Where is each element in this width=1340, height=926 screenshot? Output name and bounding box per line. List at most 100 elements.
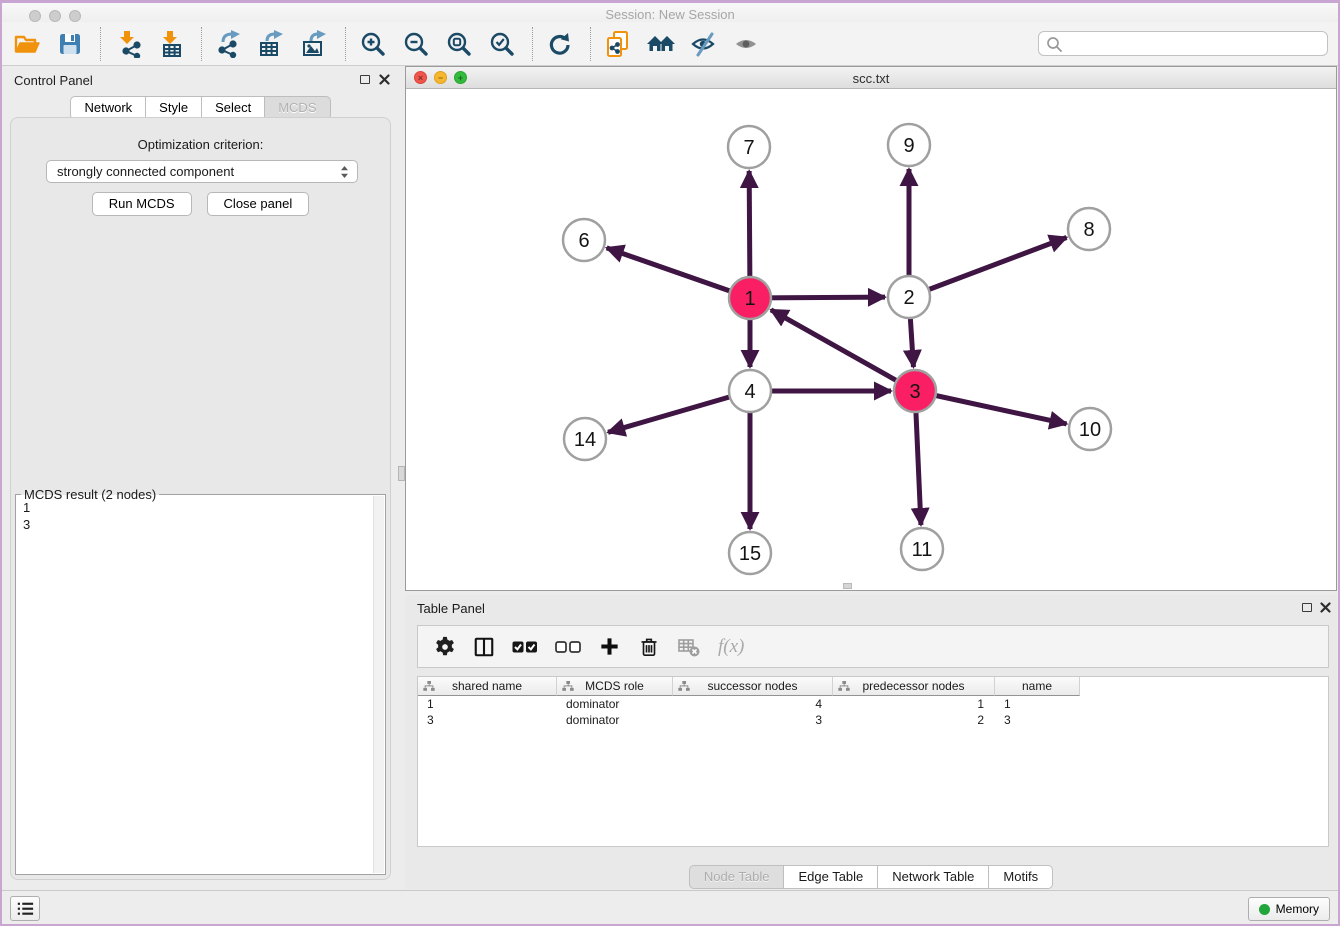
result-scrollbar[interactable] (373, 496, 384, 873)
clone-network-button[interactable] (603, 29, 633, 59)
column-header-name[interactable]: name (995, 677, 1080, 696)
deselect-all-columns-button[interactable] (555, 638, 581, 656)
zoom-in-button[interactable] (358, 29, 388, 59)
tab-edge-table[interactable]: Edge Table (783, 865, 878, 889)
import-network-button[interactable] (113, 29, 143, 59)
table-row[interactable]: 3dominator323 (418, 712, 1328, 728)
node-table: shared name MCDS role successor nodes prede… (417, 676, 1329, 847)
mcds-result-title: MCDS result (2 nodes) (21, 487, 159, 502)
close-table-panel-icon[interactable] (1320, 602, 1331, 613)
zoom-in-icon (360, 31, 386, 57)
toolbar-separator (100, 27, 101, 61)
tab-node-table[interactable]: Node Table (689, 865, 785, 889)
search-icon (1045, 35, 1063, 53)
close-panel-button[interactable]: Close panel (207, 192, 310, 216)
sort-column-icon (562, 681, 574, 692)
graph-node-9[interactable]: 9 (888, 124, 930, 166)
delete-column-button[interactable] (638, 635, 660, 658)
sort-column-icon (678, 681, 690, 692)
column-pane-button[interactable] (473, 636, 495, 658)
graph-node-14[interactable]: 14 (564, 418, 606, 460)
graph-node-8[interactable]: 8 (1068, 208, 1110, 250)
zoom-fit-button[interactable] (444, 29, 474, 59)
list-icon (15, 900, 35, 918)
float-table-panel-icon[interactable] (1302, 603, 1312, 612)
canvas-resize-handle[interactable] (843, 583, 852, 589)
table-cell: dominator (557, 712, 673, 728)
select-all-columns-button[interactable] (512, 638, 538, 656)
graph-node-10[interactable]: 10 (1069, 408, 1111, 450)
network-window-title: scc.txt (406, 71, 1336, 86)
network-view-window: × − + scc.txt 7968124314101511 (405, 66, 1337, 591)
table-cell: 3 (418, 712, 557, 728)
export-network-button[interactable] (214, 29, 244, 59)
graph-node-15[interactable]: 15 (729, 532, 771, 574)
graph-node-7[interactable]: 7 (728, 126, 770, 168)
graph-node-2[interactable]: 2 (888, 276, 930, 318)
import-network-icon (114, 30, 142, 58)
network-graph[interactable]: 7 9 6 8 1 2 4 3 14 10 15 11 (406, 89, 1336, 590)
column-header-mcds-role[interactable]: MCDS role (557, 677, 673, 696)
show-all-button[interactable] (646, 29, 676, 59)
tab-network-table[interactable]: Network Table (877, 865, 989, 889)
memory-status-dot (1259, 904, 1270, 915)
table-settings-button[interactable] (434, 636, 456, 658)
edge-3-1[interactable] (771, 310, 915, 391)
panel-splitter-handle[interactable] (398, 466, 405, 481)
delete-table-button[interactable] (677, 636, 701, 658)
criterion-select[interactable]: strongly connected component (46, 160, 358, 183)
column-label: predecessor nodes (862, 679, 964, 693)
task-history-button[interactable] (10, 896, 40, 921)
zoom-selected-button[interactable] (487, 29, 517, 59)
edge-2-8[interactable] (909, 237, 1067, 297)
add-column-button[interactable] (598, 635, 621, 658)
import-table-button[interactable] (156, 29, 186, 59)
graph-node-3[interactable]: 3 (894, 370, 936, 412)
show-hidden-button[interactable] (732, 29, 762, 59)
select-stepper-icon (338, 164, 351, 180)
column-label: name (1022, 679, 1052, 693)
column-header-successor-nodes[interactable]: successor nodes (673, 677, 833, 696)
split-columns-icon (473, 636, 495, 658)
column-header-predecessor-nodes[interactable]: predecessor nodes (833, 677, 995, 696)
toolbar-separator (532, 27, 533, 61)
node-label: 6 (578, 230, 589, 252)
table-cell: 1 (995, 696, 1080, 712)
open-session-button[interactable] (12, 29, 42, 59)
edge-1-6[interactable] (607, 248, 750, 298)
search-box[interactable] (1038, 31, 1328, 56)
sort-column-icon (838, 681, 850, 692)
apply-layout-button[interactable] (545, 29, 575, 59)
column-label: successor nodes (707, 679, 797, 693)
function-builder-button[interactable]: f(x) (718, 636, 744, 658)
window-title: Session: New Session (2, 7, 1338, 22)
save-session-button[interactable] (55, 29, 85, 59)
export-image-button[interactable] (300, 29, 330, 59)
graph-node-11[interactable]: 11 (901, 528, 943, 570)
close-panel-icon[interactable] (379, 74, 390, 85)
zoom-selected-icon (489, 31, 515, 57)
toolbar-separator (201, 27, 202, 61)
node-label: 7 (743, 137, 754, 159)
table-panel-title: Table Panel (417, 601, 485, 616)
hide-selected-button[interactable] (689, 29, 719, 59)
memory-button[interactable]: Memory (1248, 897, 1330, 921)
column-header-shared-name[interactable]: shared name (418, 677, 557, 696)
graph-node-4[interactable]: 4 (729, 370, 771, 412)
zoom-out-button[interactable] (401, 29, 431, 59)
float-panel-icon[interactable] (360, 75, 370, 84)
run-mcds-button[interactable]: Run MCDS (92, 192, 192, 216)
export-table-button[interactable] (257, 29, 287, 59)
export-table-icon (258, 30, 286, 58)
edge-3-10[interactable] (915, 391, 1067, 424)
graph-node-1[interactable]: 1 (729, 277, 771, 319)
graph-node-6[interactable]: 6 (563, 219, 605, 261)
network-canvas[interactable]: 7 9 6 8 1 2 4 3 14 10 15 11 (406, 89, 1336, 590)
table-cell: dominator (557, 696, 673, 712)
open-folder-icon (13, 31, 41, 57)
table-cell: 1 (833, 696, 995, 712)
search-input[interactable] (1063, 34, 1327, 54)
column-label: shared name (452, 679, 522, 693)
tab-motifs[interactable]: Motifs (988, 865, 1053, 889)
table-row[interactable]: 1dominator411 (418, 696, 1328, 712)
